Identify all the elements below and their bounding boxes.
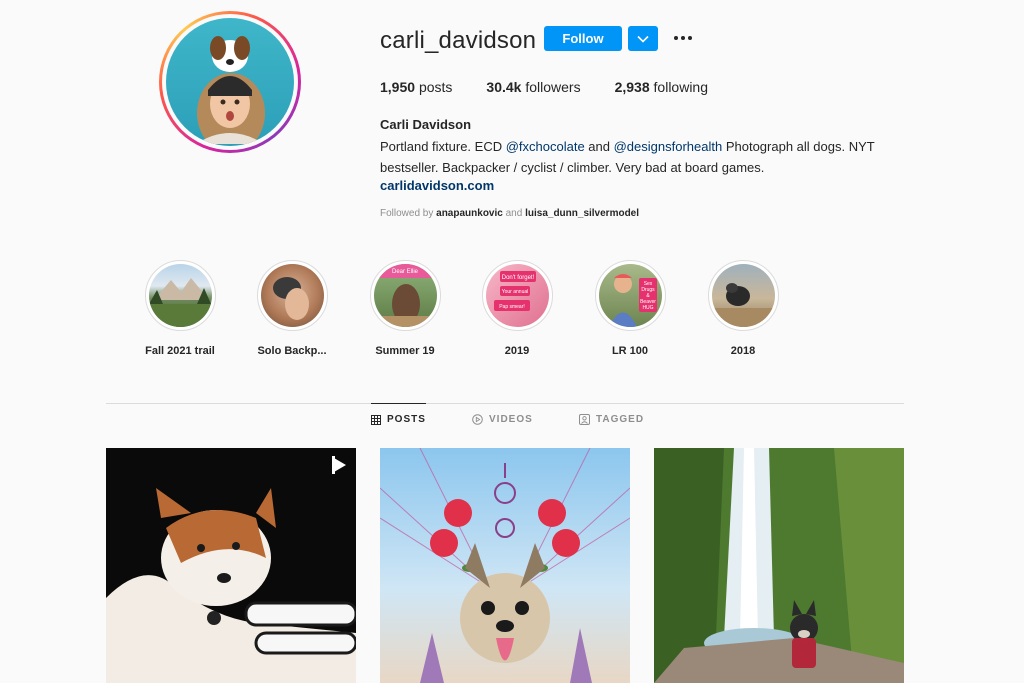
highlight-item[interactable]: Sex Drugs & Beaver HUG LR 100 <box>575 260 685 357</box>
highlight-item[interactable]: Don't forget! Your annual Pap smear! 201… <box>462 260 572 357</box>
highlight-cover <box>707 260 779 331</box>
dog-with-bandages-image <box>106 456 356 683</box>
runner-portrait-image: Sex Drugs & Beaver HUG <box>608 274 657 327</box>
waterfall-dog-image <box>654 448 904 683</box>
bio-text: Portland fixture. ECD @fxchocolate and @… <box>380 137 900 178</box>
dog-on-rocks-image <box>711 283 775 327</box>
website-link[interactable]: carlidavidson.com <box>380 178 494 193</box>
follow-button[interactable]: Follow <box>544 26 622 51</box>
highlight-label: Fall 2021 trail <box>145 345 215 357</box>
tab-posts[interactable]: POSTS <box>371 403 426 435</box>
highlight-item[interactable]: Dear Ellie Summer 19 <box>350 260 460 357</box>
tab-label: TAGGED <box>596 413 645 425</box>
frenchie-flowers-art-image <box>380 448 630 683</box>
followed-by-text[interactable]: Followed by anapaunkovic and luisa_dunn_… <box>380 208 639 219</box>
post-thumbnail[interactable] <box>380 448 630 683</box>
suggested-dropdown-button[interactable] <box>628 26 658 51</box>
highlight-cover <box>256 260 328 331</box>
avatar-illustration <box>196 36 265 146</box>
tab-label: VIDEOS <box>489 413 533 425</box>
highlight-cover: Sex Drugs & Beaver HUG <box>594 260 666 331</box>
highlight-label: Solo Backp... <box>257 345 327 357</box>
mountain-trail-image <box>148 278 212 327</box>
posts-label: posts <box>418 79 453 95</box>
highlight-sticker-text: HUG <box>642 305 653 311</box>
highlight-label: 2018 <box>730 345 756 357</box>
backpacker-image: Dear Ellie <box>373 264 437 327</box>
followers-count: 30.4k <box>486 79 522 95</box>
following-label: following <box>653 79 709 95</box>
profile-page: carli_davidson Follow 1,950 posts 30.4k … <box>0 0 1024 683</box>
play-circle-icon <box>472 413 483 425</box>
avatar-photo <box>166 18 294 146</box>
highlight-item[interactable]: 2018 <box>688 260 798 357</box>
following-stat[interactable]: 2,938 following <box>615 79 708 95</box>
bio-part: Portland fixture. ECD <box>380 139 506 154</box>
highlight-label: LR 100 <box>611 345 649 357</box>
bio-mention-link[interactable]: @fxchocolate <box>506 139 585 154</box>
followers-stat[interactable]: 30.4k followers <box>486 79 580 95</box>
tab-videos[interactable]: VIDEOS <box>472 403 533 435</box>
more-dots-icon <box>674 36 692 40</box>
bio-mention-link[interactable]: @designsforhealth <box>614 139 723 154</box>
full-name: Carli Davidson <box>380 117 472 132</box>
username: carli_davidson <box>380 27 537 54</box>
followed-user: anapaunkovic <box>436 208 503 219</box>
highlight-label: Summer 19 <box>375 345 435 357</box>
tab-tagged[interactable]: TAGGED <box>579 403 644 435</box>
highlight-cover <box>144 260 216 331</box>
chevron-down-icon <box>637 35 649 43</box>
profile-avatar[interactable] <box>159 11 301 153</box>
grid-icon <box>371 414 381 425</box>
reminder-sticker-image: Don't forget! Your annual Pap smear! <box>493 271 536 311</box>
followed-and: and <box>502 208 526 219</box>
posts-stat: 1,950 posts <box>380 79 452 95</box>
highlight-label: 2019 <box>504 345 530 357</box>
followed-prefix: Followed by <box>380 208 437 219</box>
posts-count: 1,950 <box>380 79 416 95</box>
highlight-sticker-text: Dear Ellie <box>391 269 418 275</box>
post-thumbnail[interactable] <box>106 448 356 683</box>
highlight-sticker-text: Pap smear! <box>499 304 525 310</box>
highlight-sticker-text: Don't forget! <box>501 275 534 281</box>
post-thumbnail[interactable] <box>654 448 904 683</box>
highlight-sticker-text: Your annual <box>501 289 528 295</box>
following-count: 2,938 <box>614 79 650 95</box>
highlight-cover: Dear Ellie <box>369 260 441 331</box>
tab-label: POSTS <box>387 414 426 425</box>
followers-label: followers <box>525 79 581 95</box>
tag-person-icon <box>579 413 590 425</box>
hand-closeup-image <box>272 277 309 320</box>
profile-stats: 1,950 posts 30.4k followers 2,938 follow… <box>380 79 742 95</box>
followed-user: luisa_dunn_silvermodel <box>525 208 640 219</box>
highlight-cover: Don't forget! Your annual Pap smear! <box>481 260 553 331</box>
highlight-item[interactable]: Fall 2021 trail <box>125 260 235 357</box>
bio-part: and <box>584 139 614 154</box>
more-options-button[interactable] <box>671 28 695 48</box>
highlight-item[interactable]: Solo Backp... <box>237 260 347 357</box>
